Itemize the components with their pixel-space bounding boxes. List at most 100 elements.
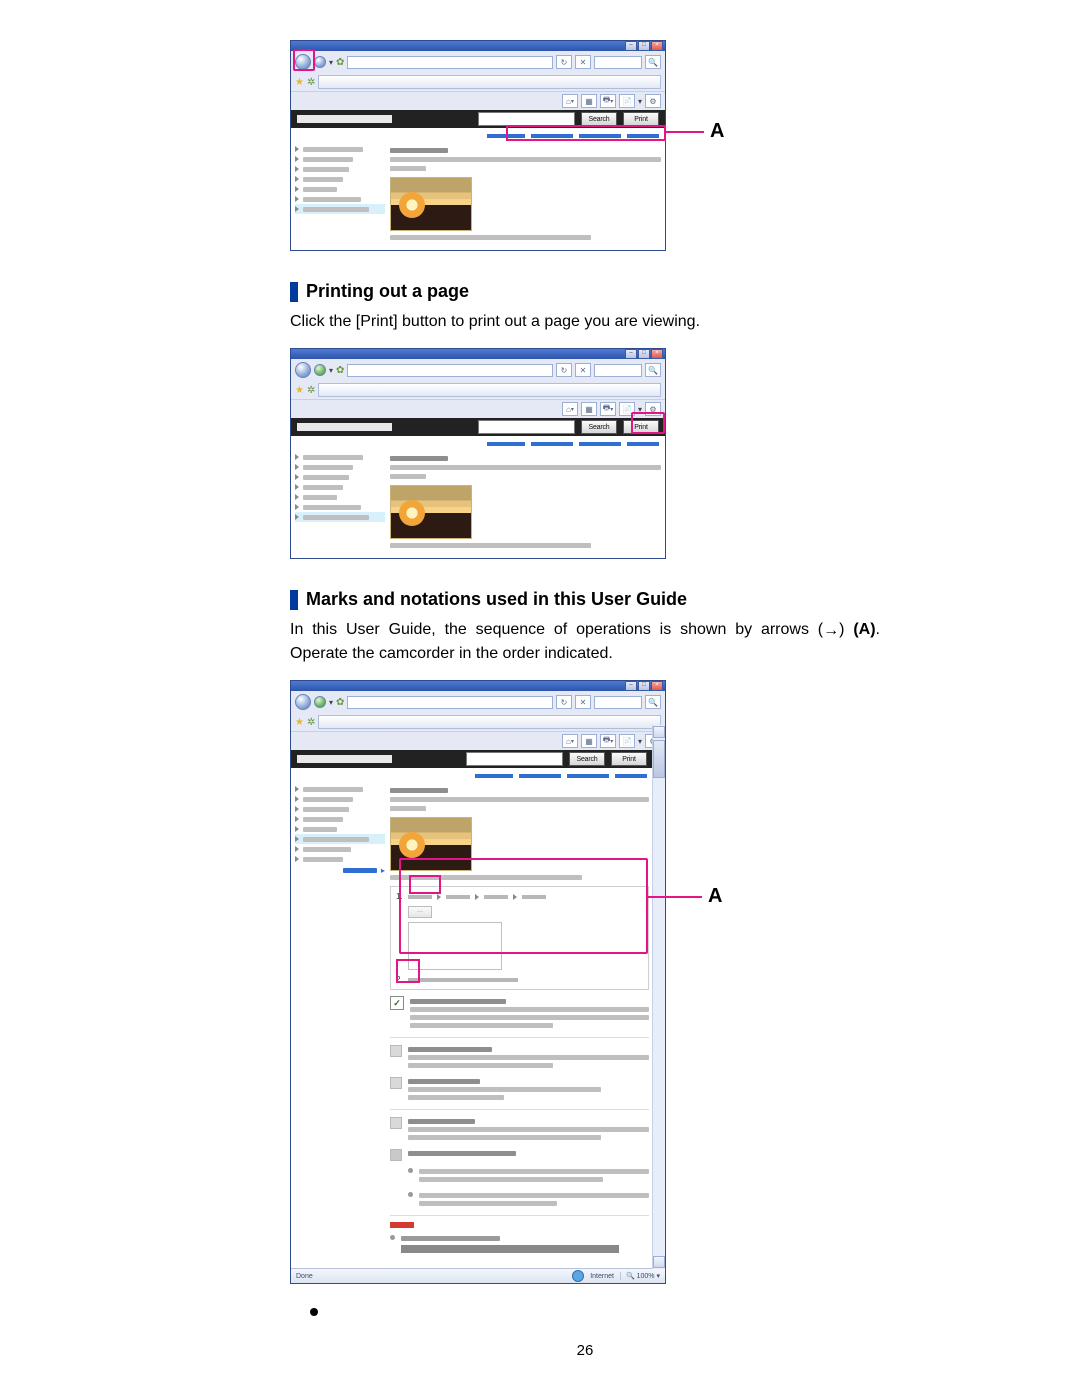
global-nav-link[interactable] bbox=[531, 442, 573, 446]
favorites-icon[interactable]: ★ bbox=[295, 385, 304, 396]
sidebar-item[interactable] bbox=[295, 452, 385, 462]
feeds-button[interactable]: ▦ bbox=[581, 94, 597, 108]
tools-button[interactable]: ⚙ bbox=[645, 402, 661, 416]
site-search-button[interactable]: Search bbox=[581, 112, 617, 126]
sidebar-sub-link[interactable]: ▸ bbox=[295, 864, 385, 877]
site-search-field[interactable] bbox=[466, 752, 563, 766]
refresh-button[interactable]: ↻ bbox=[556, 695, 572, 709]
browser-tab[interactable] bbox=[318, 75, 661, 89]
sidebar-item[interactable] bbox=[295, 482, 385, 492]
address-field[interactable] bbox=[347, 56, 553, 69]
zoom-label[interactable]: 🔍 100% ▾ bbox=[620, 1272, 660, 1280]
close-button[interactable]: × bbox=[651, 41, 663, 51]
global-nav-link[interactable] bbox=[579, 134, 621, 138]
sidebar-item-active[interactable] bbox=[295, 834, 385, 844]
site-search-field[interactable] bbox=[478, 420, 575, 434]
sidebar-item[interactable] bbox=[295, 462, 385, 472]
nav-dropdown-icon[interactable]: ▾ bbox=[329, 58, 333, 67]
sidebar-item[interactable] bbox=[295, 164, 385, 174]
back-button[interactable] bbox=[295, 362, 311, 378]
sidebar-item[interactable] bbox=[295, 784, 385, 794]
sidebar-item[interactable] bbox=[295, 472, 385, 482]
scroll-thumb[interactable] bbox=[653, 740, 665, 778]
print-menu-button[interactable]: 🖶▾ bbox=[600, 94, 616, 108]
global-nav-link[interactable] bbox=[475, 774, 513, 778]
sidebar-item[interactable] bbox=[295, 814, 385, 824]
global-nav-link[interactable] bbox=[627, 442, 659, 446]
minimize-button[interactable]: – bbox=[625, 681, 637, 691]
site-search-button[interactable]: Search bbox=[581, 420, 617, 434]
feeds-button[interactable]: ▦ bbox=[581, 402, 597, 416]
browser-search-go[interactable]: 🔍 bbox=[645, 55, 661, 69]
sidebar-item[interactable] bbox=[295, 184, 385, 194]
site-print-button[interactable]: Print bbox=[623, 420, 659, 434]
browser-search-go[interactable]: 🔍 bbox=[645, 695, 661, 709]
scroll-down-button[interactable] bbox=[653, 1256, 665, 1268]
favorites-icon[interactable]: ★ bbox=[295, 717, 304, 728]
nav-dropdown-icon[interactable]: ▾ bbox=[329, 366, 333, 375]
sidebar-item[interactable] bbox=[295, 844, 385, 854]
sidebar-item[interactable] bbox=[295, 854, 385, 864]
print-menu-button[interactable]: 🖶▾ bbox=[600, 734, 616, 748]
browser-search-field[interactable] bbox=[594, 56, 642, 69]
site-search-field[interactable] bbox=[478, 112, 575, 126]
nav-dropdown-icon[interactable]: ▾ bbox=[329, 698, 333, 707]
sidebar-item[interactable] bbox=[295, 144, 385, 154]
stop-button[interactable]: ✕ bbox=[575, 363, 591, 377]
tools-dropdown-icon[interactable]: ▾ bbox=[638, 97, 642, 106]
tools-button[interactable]: ⚙ bbox=[645, 94, 661, 108]
global-nav-link[interactable] bbox=[615, 774, 647, 778]
address-field[interactable] bbox=[347, 364, 553, 377]
minimize-button[interactable]: – bbox=[625, 41, 637, 51]
global-nav-link[interactable] bbox=[519, 774, 561, 778]
sidebar-item-active[interactable] bbox=[295, 204, 385, 214]
stop-button[interactable]: ✕ bbox=[575, 695, 591, 709]
close-button[interactable]: × bbox=[651, 681, 663, 691]
page-menu-button[interactable]: 📄 bbox=[619, 734, 635, 748]
sidebar-item[interactable] bbox=[295, 824, 385, 834]
global-nav-link[interactable] bbox=[579, 442, 621, 446]
tools-dropdown-icon[interactable]: ▾ bbox=[638, 737, 642, 746]
add-favorite-icon[interactable]: ✲ bbox=[307, 717, 315, 728]
sidebar-item[interactable] bbox=[295, 502, 385, 512]
add-favorite-icon[interactable]: ✲ bbox=[307, 385, 315, 396]
forward-button[interactable] bbox=[314, 364, 326, 376]
close-button[interactable]: × bbox=[651, 349, 663, 359]
favorites-icon[interactable]: ★ bbox=[295, 77, 304, 88]
browser-search-field[interactable] bbox=[594, 364, 642, 377]
site-print-button[interactable]: Print bbox=[623, 112, 659, 126]
scroll-up-button[interactable] bbox=[653, 726, 665, 738]
maximize-button[interactable]: □ bbox=[638, 41, 650, 51]
home-button[interactable]: ⌂▾ bbox=[562, 94, 578, 108]
maximize-button[interactable]: □ bbox=[638, 349, 650, 359]
sidebar-item[interactable] bbox=[295, 194, 385, 204]
maximize-button[interactable]: □ bbox=[638, 681, 650, 691]
stop-button[interactable]: ✕ bbox=[575, 55, 591, 69]
back-button[interactable] bbox=[295, 694, 311, 710]
site-search-button[interactable]: Search bbox=[569, 752, 605, 766]
scrollbar[interactable] bbox=[652, 725, 665, 1269]
sidebar-item[interactable] bbox=[295, 804, 385, 814]
browser-tab[interactable] bbox=[318, 383, 661, 397]
browser-tab[interactable] bbox=[318, 715, 661, 729]
forward-button[interactable] bbox=[314, 696, 326, 708]
browser-search-field[interactable] bbox=[594, 696, 642, 709]
global-nav-link[interactable] bbox=[567, 774, 609, 778]
address-field[interactable] bbox=[347, 696, 553, 709]
page-menu-button[interactable]: 📄 bbox=[619, 94, 635, 108]
forward-button[interactable] bbox=[314, 56, 326, 68]
sidebar-item[interactable] bbox=[295, 174, 385, 184]
back-button[interactable] bbox=[295, 54, 311, 70]
sidebar-item[interactable] bbox=[295, 794, 385, 804]
sidebar-item[interactable] bbox=[295, 492, 385, 502]
feeds-button[interactable]: ▦ bbox=[581, 734, 597, 748]
global-nav-link[interactable] bbox=[487, 134, 525, 138]
home-button[interactable]: ⌂▾ bbox=[562, 734, 578, 748]
global-nav-link[interactable] bbox=[531, 134, 573, 138]
global-nav-link[interactable] bbox=[487, 442, 525, 446]
global-nav-link[interactable] bbox=[627, 134, 659, 138]
minimize-button[interactable]: – bbox=[625, 349, 637, 359]
home-button[interactable]: ⌂▾ bbox=[562, 402, 578, 416]
browser-search-go[interactable]: 🔍 bbox=[645, 363, 661, 377]
page-menu-button[interactable]: 📄 bbox=[619, 402, 635, 416]
